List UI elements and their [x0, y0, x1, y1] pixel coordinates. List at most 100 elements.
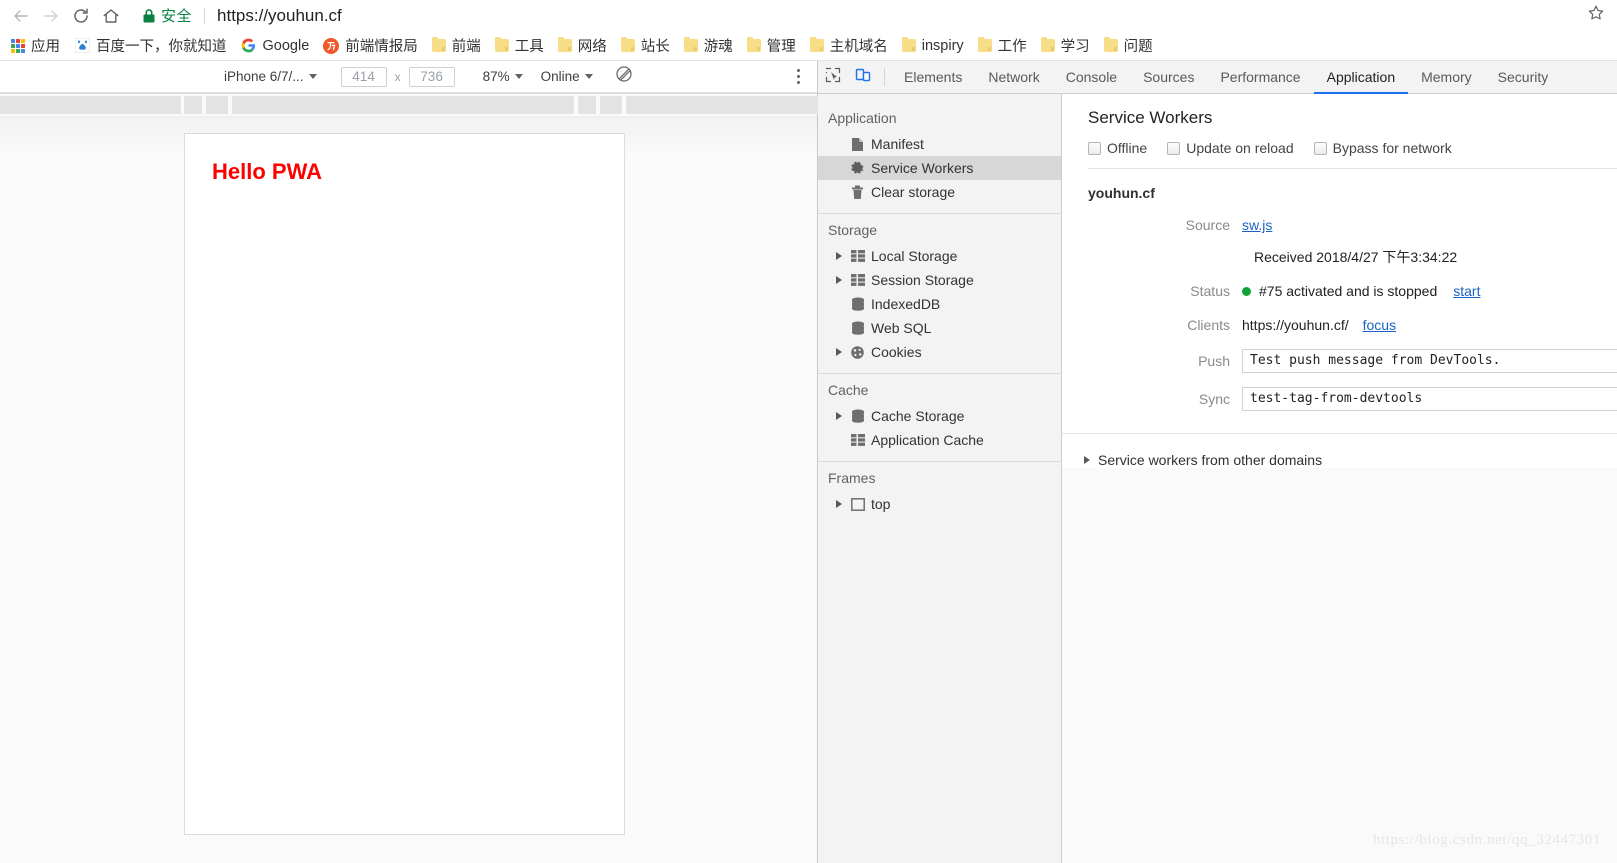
home-button[interactable]	[96, 2, 126, 30]
tab-memory[interactable]: Memory	[1408, 61, 1485, 93]
sidebar-item-session-storage[interactable]: Session Storage	[818, 268, 1061, 292]
sidebar-item-service-workers[interactable]: Service Workers	[818, 156, 1061, 180]
devtools-panel: Elements Network Console Sources Perform…	[818, 61, 1617, 863]
forward-button[interactable]	[36, 2, 66, 30]
sidebar-item-label: Application Cache	[871, 432, 984, 448]
address-bar[interactable]: 安全 https://youhun.cf	[132, 2, 1581, 29]
bookmark-item-baidu[interactable]: 百度一下，你就知道	[67, 34, 234, 58]
cookie-icon	[848, 345, 867, 360]
watermark-text: https://blog.csdn.net/qq_32447301	[1372, 832, 1601, 848]
reload-button[interactable]	[66, 2, 96, 30]
bookmark-folder-study[interactable]: 学习	[1034, 34, 1097, 58]
page-viewport[interactable]: Hello PWA	[185, 134, 624, 834]
sidebar-item-application-cache[interactable]: Application Cache	[818, 428, 1061, 452]
row-sync: Sync test-tag-from-devtools	[1062, 387, 1617, 411]
sidebar-item-clear-storage[interactable]: Clear storage	[818, 180, 1061, 204]
row-source: Source sw.js	[1062, 215, 1617, 235]
other-domains-section[interactable]: Service workers from other domains	[1062, 434, 1617, 468]
source-link[interactable]: sw.js	[1242, 215, 1272, 235]
devtools-body: Application Manifest Service Workers Cle…	[818, 94, 1617, 863]
bookmark-folder-webmaster[interactable]: 站长	[614, 34, 677, 58]
device-toolbar-icon	[855, 67, 871, 88]
push-input[interactable]: Test push message from DevTools.	[1242, 349, 1617, 373]
sidebar-item-label: top	[871, 496, 891, 512]
folder-icon	[809, 37, 824, 52]
tab-performance[interactable]: Performance	[1207, 61, 1313, 93]
bookmark-folder-network[interactable]: 网络	[551, 34, 614, 58]
bookmark-folder-frontend[interactable]: 前端	[425, 34, 488, 58]
bookmark-folder-inspiry[interactable]: inspiry	[895, 34, 971, 58]
device-select[interactable]: iPhone 6/7/...	[222, 66, 319, 88]
bookmark-star-button[interactable]	[1581, 2, 1611, 30]
expand-triangle-icon[interactable]	[1084, 456, 1090, 464]
expand-triangle-icon[interactable]	[836, 348, 848, 356]
expand-triangle-icon[interactable]	[836, 412, 848, 420]
trash-icon	[848, 185, 867, 200]
bookmark-folder-admin[interactable]: 管理	[740, 34, 803, 58]
sidebar-group-title-storage: Storage	[828, 222, 878, 238]
folder-icon	[1103, 37, 1118, 52]
expand-triangle-icon[interactable]	[836, 500, 848, 508]
sidebar-item-cache-storage[interactable]: Cache Storage	[818, 404, 1061, 428]
start-link[interactable]: start	[1453, 281, 1480, 301]
arrow-left-icon	[11, 6, 31, 26]
bookmark-folder-tools[interactable]: 工具	[488, 34, 551, 58]
row-label: Push	[1198, 353, 1230, 369]
expand-triangle-icon[interactable]	[836, 276, 848, 284]
apps-grid-icon	[11, 38, 25, 53]
tab-network[interactable]: Network	[975, 61, 1052, 93]
tab-elements[interactable]: Elements	[891, 61, 975, 93]
sidebar-item-manifest[interactable]: Manifest	[818, 132, 1061, 156]
checkbox-box	[1313, 141, 1327, 155]
security-label: 安全	[161, 8, 193, 25]
zoom-select[interactable]: 87%	[481, 66, 525, 88]
bypass-for-network-checkbox[interactable]: Bypass for network	[1313, 140, 1452, 156]
bookmark-apps[interactable]: 应用	[4, 34, 67, 58]
sidebar-item-top-frame[interactable]: top	[818, 492, 1061, 516]
bookmark-label: 站长	[640, 39, 670, 55]
status-indicator-dot	[1242, 286, 1251, 296]
rotate-button[interactable]	[613, 66, 635, 88]
toggle-device-toolbar-button[interactable]	[848, 61, 878, 93]
sidebar-item-label: Cache Storage	[871, 408, 965, 424]
tab-application[interactable]: Application	[1313, 61, 1409, 94]
bookmark-folder-issues[interactable]: 问题	[1097, 34, 1160, 58]
expand-triangle-icon[interactable]	[836, 252, 848, 260]
checkbox-label: Bypass for network	[1332, 140, 1452, 156]
sidebar-item-web-sql[interactable]: Web SQL	[818, 316, 1061, 340]
sync-value: test-tag-from-devtools	[1250, 391, 1423, 406]
table-icon	[848, 274, 867, 286]
chevron-down-icon	[584, 74, 593, 79]
tab-console[interactable]: Console	[1053, 61, 1130, 93]
sidebar-item-cookies[interactable]: Cookies	[818, 340, 1061, 364]
tab-sources[interactable]: Sources	[1130, 61, 1207, 93]
device-toolbar: iPhone 6/7/... 414 x 736 87% Online	[0, 61, 817, 93]
back-button[interactable]	[6, 2, 36, 30]
focus-link[interactable]: focus	[1363, 315, 1396, 335]
sidebar-group-title-application: Application	[828, 110, 897, 126]
bookmark-folder-youhun[interactable]: 游魂	[677, 34, 740, 58]
sidebar-item-local-storage[interactable]: Local Storage	[818, 244, 1061, 268]
network-throttling-select[interactable]: Online	[539, 66, 595, 88]
offline-checkbox[interactable]: Offline	[1088, 140, 1147, 156]
row-label: Clients	[1187, 317, 1230, 333]
sidebar-item-indexeddb[interactable]: IndexedDB	[818, 292, 1061, 316]
bookmark-item-google[interactable]: Google	[234, 34, 317, 58]
bookmark-label: 学习	[1060, 39, 1090, 55]
inspect-cursor-icon	[825, 67, 841, 88]
tab-label: Elements	[904, 69, 963, 85]
bookmark-folder-work[interactable]: 工作	[971, 34, 1034, 58]
tab-label: Sources	[1143, 69, 1195, 85]
update-on-reload-checkbox[interactable]: Update on reload	[1167, 140, 1294, 156]
device-toolbar-more-button[interactable]	[787, 66, 809, 88]
tab-security[interactable]: Security	[1485, 61, 1562, 93]
viewport-height-input[interactable]: 736	[408, 66, 455, 87]
bookmark-folder-hosting[interactable]: 主机域名	[803, 34, 895, 58]
devtools-tabbar: Elements Network Console Sources Perform…	[818, 61, 1617, 94]
sync-input[interactable]: test-tag-from-devtools	[1242, 387, 1617, 411]
document-icon	[848, 137, 867, 152]
viewport-width-input[interactable]: 414	[340, 66, 387, 87]
inspect-element-button[interactable]	[818, 61, 848, 93]
bookmark-item-frontend-news[interactable]: 前端情报局	[316, 34, 425, 58]
sidebar-item-label: Session Storage	[871, 272, 974, 288]
